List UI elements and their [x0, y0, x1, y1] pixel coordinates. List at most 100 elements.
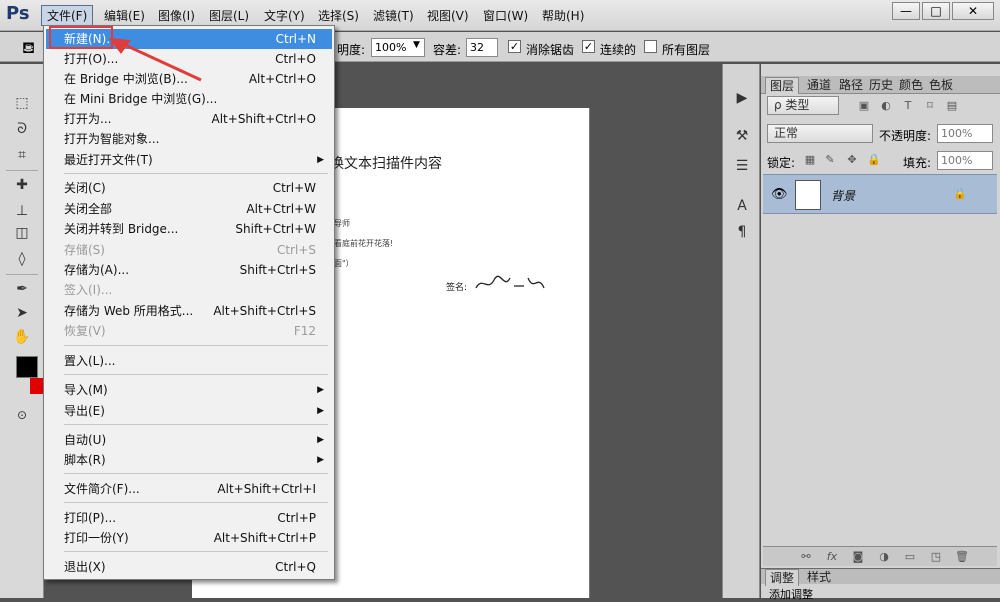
tab-color[interactable]: 颜色: [895, 77, 927, 94]
paragraph-icon[interactable]: ¶: [732, 222, 752, 242]
shape-filter-icon[interactable]: ⌑: [923, 99, 937, 113]
menu-item-automate[interactable]: 自动(U) ▶: [46, 430, 332, 450]
fx-icon[interactable]: fx: [825, 550, 839, 564]
menu-item-open-as[interactable]: 打开为... Alt+Shift+Ctrl+O: [46, 109, 332, 129]
menu-separator: [64, 374, 328, 375]
lock-transparency-icon[interactable]: ▦: [803, 153, 817, 167]
foreground-color-swatch[interactable]: [16, 356, 38, 378]
menu-select[interactable]: 选择(S): [318, 7, 359, 24]
menu-item-close-all[interactable]: 关闭全部 Alt+Ctrl+W: [46, 199, 332, 219]
tolerance-input[interactable]: 32: [466, 38, 498, 57]
tab-paths[interactable]: 路径: [835, 77, 867, 94]
layer-row-background[interactable]: 👁 背景 🔒: [763, 174, 997, 214]
tab-history[interactable]: 历史: [865, 77, 897, 94]
menu-item-check-in[interactable]: 签入(I)...: [46, 280, 332, 300]
lasso-tool-icon[interactable]: ᘐ: [10, 118, 34, 140]
layer-opacity-input[interactable]: 100%: [937, 124, 993, 143]
background-color-swatch[interactable]: [30, 378, 44, 394]
trash-icon[interactable]: 🗑: [955, 550, 969, 564]
menu-help[interactable]: 帮助(H): [542, 7, 584, 24]
menu-edit[interactable]: 编辑(E): [104, 7, 145, 24]
eraser-tool-icon[interactable]: ◫: [10, 222, 34, 244]
play-icon[interactable]: ▶: [732, 88, 752, 108]
menu-item-label: 存储为(A)...: [64, 263, 130, 277]
menu-item-revert[interactable]: 恢复(V) F12: [46, 321, 332, 341]
all-layers-checkbox[interactable]: [644, 40, 657, 53]
menu-item-scripts[interactable]: 脚本(R) ▶: [46, 450, 332, 470]
menu-item-exit[interactable]: 退出(X) Ctrl+Q: [46, 557, 332, 577]
tab-swatches[interactable]: 色板: [925, 77, 957, 94]
menu-item-shortcut: Ctrl+N: [275, 32, 316, 46]
menu-item-save-for-web[interactable]: 存储为 Web 所用格式... Alt+Shift+Ctrl+S: [46, 301, 332, 321]
pixel-filter-icon[interactable]: ▣: [857, 99, 871, 113]
tab-channels[interactable]: 通道: [803, 77, 835, 94]
layers-bottom-bar: ⚯ fx ◙ ◑ ▭ ◳ 🗑: [763, 546, 997, 566]
menu-item-place[interactable]: 置入(L)...: [46, 351, 332, 371]
layer-filter-select[interactable]: ρ 类型: [767, 96, 839, 115]
close-button[interactable]: ✕: [952, 2, 994, 20]
sliders-icon[interactable]: ☰: [732, 156, 752, 176]
menu-type[interactable]: 文字(Y): [264, 7, 305, 24]
fill-input[interactable]: 100%: [937, 151, 993, 170]
link-layers-icon[interactable]: ⚯: [799, 550, 813, 564]
menu-item-save[interactable]: 存储(S) Ctrl+S: [46, 240, 332, 260]
chevron-down-icon[interactable]: ▼: [413, 40, 420, 50]
menu-filter[interactable]: 滤镜(T): [373, 7, 414, 24]
tab-layers[interactable]: 图层: [765, 77, 800, 94]
lock-position-icon[interactable]: ✥: [845, 153, 859, 167]
new-adjustment-icon[interactable]: ◑: [877, 550, 891, 564]
layer-name[interactable]: 背景: [831, 187, 855, 204]
adjustment-filter-icon[interactable]: ◐: [879, 99, 893, 113]
blend-mode-select[interactable]: 正常: [767, 124, 873, 143]
stamp-tool-icon[interactable]: ⊥: [10, 200, 34, 222]
menu-item-browse-mini-bridge[interactable]: 在 Mini Bridge 中浏览(G)...: [46, 89, 332, 109]
type-filter-icon[interactable]: T: [901, 99, 915, 113]
path-select-icon[interactable]: ➤: [10, 302, 34, 324]
blur-tool-icon[interactable]: ◊: [10, 248, 34, 270]
menu-item-open-smart-object[interactable]: 打开为智能对象...: [46, 129, 332, 149]
annotation-arrow: [109, 38, 202, 82]
menu-file[interactable]: 文件(F): [41, 5, 94, 26]
signature-label: 签名:: [446, 283, 468, 293]
menu-window[interactable]: 窗口(W): [483, 7, 528, 24]
maximize-button[interactable]: □: [922, 2, 950, 20]
menu-item-print[interactable]: 打印(P)... Ctrl+P: [46, 508, 332, 528]
contiguous-checkbox[interactable]: ✓: [582, 40, 595, 53]
menu-item-label: 自动(U): [64, 433, 107, 447]
antialias-checkbox[interactable]: ✓: [508, 40, 521, 53]
marquee-tool-icon[interactable]: ⬚: [10, 92, 34, 114]
menu-separator: [64, 473, 328, 474]
character-icon[interactable]: A: [732, 196, 752, 216]
menu-item-export[interactable]: 导出(E) ▶: [46, 401, 332, 421]
tools-panel: ⬚ ᘐ ⌗ ✚ ⊥ ◫ ◊ ✒ ➤ ✋ ⊙: [0, 64, 44, 598]
tab-styles[interactable]: 样式: [803, 569, 835, 586]
paint-bucket-icon[interactable]: ⛾: [22, 38, 35, 59]
menu-item-close-go-bridge[interactable]: 关闭并转到 Bridge... Shift+Ctrl+W: [46, 219, 332, 239]
menu-item-recent-files[interactable]: 最近打开文件(T) ▶: [46, 150, 332, 170]
smart-object-filter-icon[interactable]: ▤: [945, 99, 959, 113]
menu-item-close[interactable]: 关闭(C) Ctrl+W: [46, 178, 332, 198]
menu-layer[interactable]: 图层(L): [209, 7, 249, 24]
menu-item-import[interactable]: 导入(M) ▶: [46, 380, 332, 400]
eye-visibility-icon[interactable]: 👁: [771, 187, 788, 202]
menu-item-print-one-copy[interactable]: 打印一份(Y) Alt+Shift+Ctrl+P: [46, 528, 332, 548]
layers-panel: 图层 通道 路径 历史 颜色 色板 ρ 类型 ▣ ◐ T ⌑ ▤ 正常 不透明度…: [761, 64, 1000, 601]
crop-tool-icon[interactable]: ⌗: [10, 144, 34, 166]
menu-image[interactable]: 图像(I): [158, 7, 195, 24]
menu-item-file-info[interactable]: 文件简介(F)... Alt+Shift+Ctrl+I: [46, 479, 332, 499]
lock-pixels-icon[interactable]: ✎: [823, 153, 837, 167]
menu-item-save-as[interactable]: 存储为(A)... Shift+Ctrl+S: [46, 260, 332, 280]
lock-all-icon[interactable]: 🔒: [867, 153, 881, 167]
hand-tool-icon[interactable]: ✋: [10, 326, 34, 348]
tab-adjustments[interactable]: 调整: [765, 569, 800, 586]
pen-tool-icon[interactable]: ✒: [10, 278, 34, 300]
quick-mask-icon[interactable]: ⊙: [10, 404, 34, 426]
minimize-button[interactable]: —: [892, 2, 920, 20]
menu-item-label: 打开为智能对象...: [64, 132, 160, 146]
new-group-icon[interactable]: ▭: [903, 550, 917, 564]
menu-view[interactable]: 视图(V): [427, 7, 469, 24]
new-layer-icon[interactable]: ◳: [929, 550, 943, 564]
add-mask-icon[interactable]: ◙: [851, 550, 865, 564]
brush-presets-icon[interactable]: ⚒: [732, 126, 752, 146]
healing-brush-icon[interactable]: ✚: [10, 174, 34, 196]
